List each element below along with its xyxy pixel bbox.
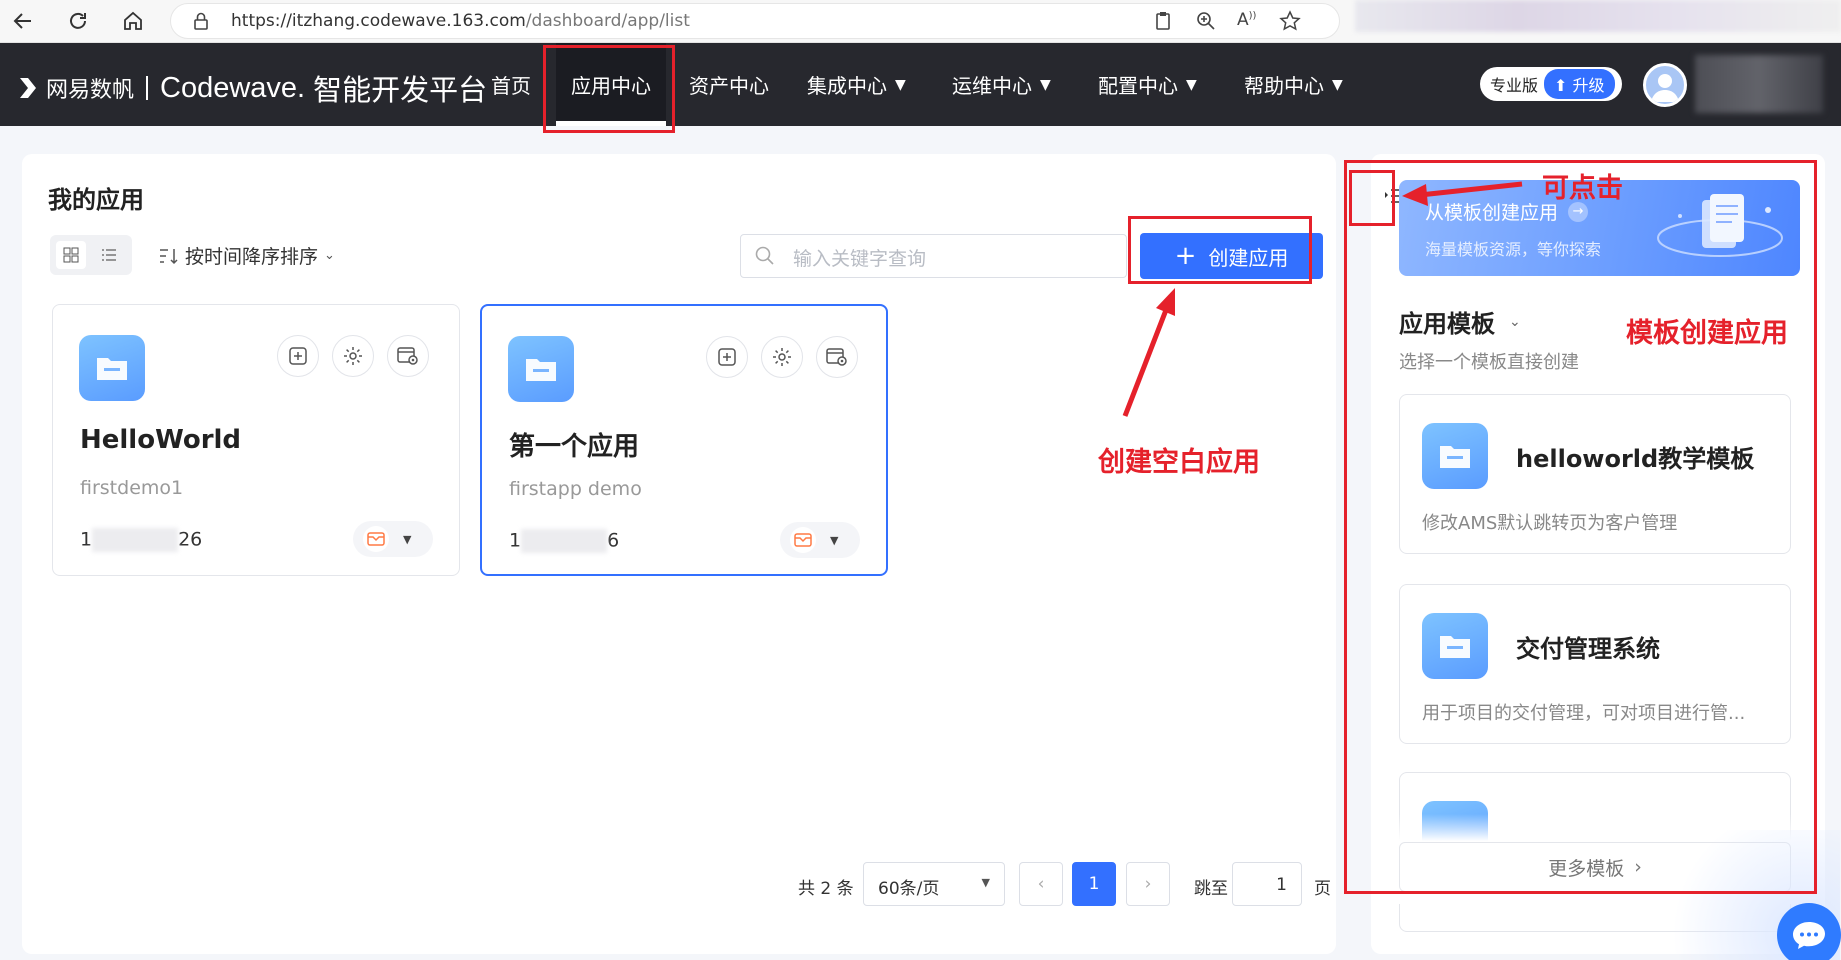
annotation-arrow-create [1122,309,1169,417]
annotation-arrowhead [1156,288,1175,316]
annotation-clickable: 可点击 [1542,173,1623,204]
annotation-arrowhead [1402,184,1428,206]
annotation-blank-create: 创建空白应用 [1098,447,1260,478]
annotation-template-create: 模板创建应用 [1626,318,1788,349]
annotation-arrow-clickable [1419,181,1523,198]
annotation-arrows [1122,181,1523,417]
